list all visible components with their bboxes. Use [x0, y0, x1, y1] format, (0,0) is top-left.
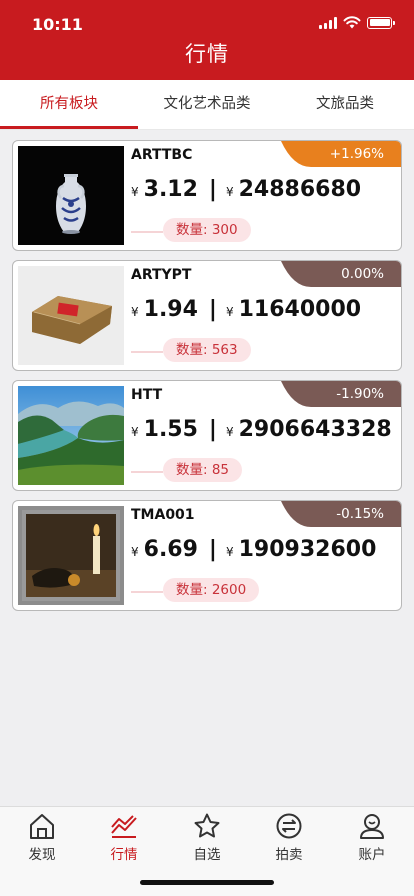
quantity-divider — [131, 231, 163, 233]
currency-symbol: ¥ — [225, 305, 234, 319]
tab-all-sectors[interactable]: 所有板块 — [0, 80, 138, 129]
item-price: 1.55 — [143, 417, 198, 442]
wifi-icon — [343, 16, 361, 29]
page-title: 行情 — [185, 42, 229, 66]
market-item-card[interactable]: TMA001 ¥ 6.69 | ¥ 190932600 数量: 2600 -0.… — [12, 500, 402, 611]
item-code: HTT — [131, 387, 163, 403]
tabbar-label: 行情 — [110, 847, 138, 863]
currency-symbol: ¥ — [225, 545, 234, 559]
item-price: 6.69 — [143, 537, 198, 562]
landscape-image — [18, 386, 124, 485]
change-value: -0.15% — [336, 506, 384, 522]
item-amount: 2906643328 — [238, 417, 392, 442]
tea-brick-image — [18, 266, 124, 365]
price-separator: | — [208, 177, 217, 202]
item-prices: ¥ 1.55 | ¥ 2906643328 — [131, 417, 392, 442]
user-icon — [360, 814, 384, 839]
quantity-badge: 数量: 563 — [163, 338, 251, 362]
change-badge: 0.00% — [281, 261, 401, 287]
tabbar-label: 账户 — [358, 847, 386, 863]
item-price: 3.12 — [143, 177, 198, 202]
home-indicator — [140, 880, 274, 885]
currency-symbol: ¥ — [131, 305, 139, 319]
tab-culture-travel[interactable]: 文旅品类 — [276, 80, 414, 129]
item-code: ARTYPT — [131, 267, 192, 283]
currency-symbol: ¥ — [131, 545, 139, 559]
tabbar-item-discover[interactable]: 发现 — [12, 812, 72, 863]
quantity-divider — [131, 591, 163, 593]
currency-symbol: ¥ — [131, 425, 139, 439]
vase-image — [18, 146, 124, 245]
market-item-card[interactable]: ARTYPT ¥ 1.94 | ¥ 11640000 数量: 563 0.00% — [12, 260, 402, 371]
item-prices: ¥ 6.69 | ¥ 190932600 — [131, 537, 376, 562]
change-value: -1.90% — [336, 386, 384, 402]
battery-icon — [367, 16, 395, 29]
price-separator: | — [208, 537, 217, 562]
tabbar-label: 发现 — [28, 847, 56, 863]
tab-culture-art[interactable]: 文化艺术品类 — [138, 80, 276, 129]
price-separator: | — [208, 417, 217, 442]
change-value: 0.00% — [341, 266, 384, 282]
category-tabs: 所有板块 文化艺术品类 文旅品类 — [0, 80, 414, 130]
tabbar-label: 拍卖 — [275, 847, 303, 863]
change-value: +1.96% — [329, 146, 384, 162]
tabbar-item-market[interactable]: 行情 — [94, 812, 154, 863]
quantity-badge: 数量: 2600 — [163, 578, 260, 602]
status-time: 10:11 — [32, 15, 83, 34]
quantity-divider — [131, 471, 163, 473]
item-amount: 190932600 — [238, 537, 377, 562]
item-price: 1.94 — [143, 297, 198, 322]
item-prices: ¥ 1.94 | ¥ 11640000 — [131, 297, 361, 322]
item-code: ARTTBC — [131, 147, 193, 163]
quantity-badge: 数量: 300 — [163, 218, 251, 242]
quantity-divider — [131, 351, 163, 353]
tabbar-label: 自选 — [193, 847, 221, 863]
tabbar-item-account[interactable]: 账户 — [342, 812, 402, 863]
item-amount: 24886680 — [238, 177, 362, 202]
tabbar-item-watchlist[interactable]: 自选 — [177, 812, 237, 863]
change-badge: -1.90% — [281, 381, 401, 407]
star-icon — [194, 813, 220, 838]
tabbar-item-auction[interactable]: 拍卖 — [259, 812, 319, 863]
still-life-painting-image — [18, 506, 124, 605]
market-item-card[interactable]: ARTTBC ¥ 3.12 | ¥ 24886680 数量: 300 +1.96… — [12, 140, 402, 251]
home-icon — [30, 814, 54, 839]
quantity-badge: 数量: 85 — [163, 458, 243, 482]
chart-icon — [111, 815, 137, 838]
change-badge: +1.96% — [281, 141, 401, 167]
exchange-icon — [276, 813, 302, 839]
market-item-card[interactable]: HTT ¥ 1.55 | ¥ 2906643328 数量: 85 -1.90% — [12, 380, 402, 491]
status-icons — [319, 16, 395, 29]
currency-symbol: ¥ — [225, 425, 234, 439]
item-prices: ¥ 3.12 | ¥ 24886680 — [131, 177, 361, 202]
app-header: 10:11 行情 — [0, 0, 414, 80]
change-badge: -0.15% — [281, 501, 401, 527]
item-amount: 11640000 — [238, 297, 362, 322]
market-list: ARTTBC ¥ 3.12 | ¥ 24886680 数量: 300 +1.96… — [12, 140, 402, 620]
currency-symbol: ¥ — [225, 185, 234, 199]
price-separator: | — [208, 297, 217, 322]
signal-icon — [319, 16, 337, 29]
item-code: TMA001 — [131, 507, 195, 523]
currency-symbol: ¥ — [131, 185, 139, 199]
